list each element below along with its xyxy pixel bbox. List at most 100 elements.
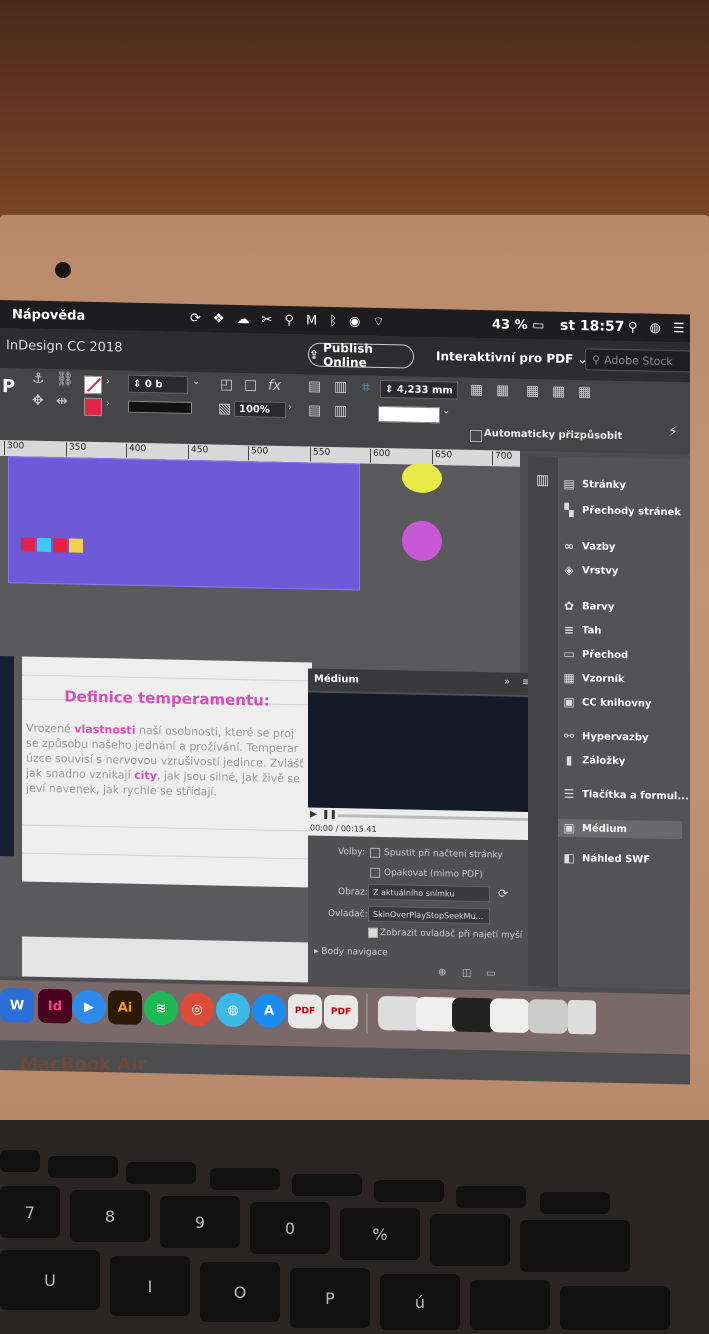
menu-help[interactable]: Nápověda: [12, 307, 85, 324]
panel-item-links[interactable]: ∞ Vazby: [562, 539, 615, 554]
fx-icon[interactable]: fx: [268, 378, 281, 394]
seek-bar[interactable]: [338, 814, 528, 822]
key[interactable]: [374, 1180, 444, 1202]
key-p[interactable]: P: [290, 1268, 370, 1328]
spotlight-icon[interactable]: ⚲: [628, 320, 638, 335]
thumbnail-icon[interactable]: [528, 999, 568, 1034]
document-heading[interactable]: Definice temperamentu:: [22, 686, 312, 710]
stroke-swatch[interactable]: [84, 397, 102, 417]
panel-item-gradient[interactable]: ▭ Přechod: [562, 647, 628, 662]
distribute-spacing-icon[interactable]: ▦: [578, 384, 591, 400]
link-icon[interactable]: ⛓: [56, 371, 74, 387]
anchor-icon[interactable]: ⚓: [32, 371, 45, 387]
panel-item-cc-libraries[interactable]: ▣ CC knihovny: [562, 695, 651, 711]
video-preview[interactable]: [308, 692, 538, 813]
document-body[interactable]: Vrozené vlastnosti naší osobnosti, které…: [26, 721, 316, 802]
key[interactable]: [292, 1174, 362, 1196]
panel-item-swf-preview[interactable]: ◧ Náhled SWF: [562, 851, 650, 867]
lightning-icon[interactable]: ⚡: [668, 424, 678, 440]
trash-icon[interactable]: [568, 999, 596, 1035]
thumbnail-icon[interactable]: [490, 998, 530, 1034]
document-page[interactable]: Definice temperamentu: Vrozené vlastnost…: [22, 656, 312, 888]
delete-icon[interactable]: ▭: [486, 968, 495, 979]
key-8[interactable]: 8: [70, 1190, 150, 1242]
fit-frame-icon[interactable]: ⌗: [362, 380, 370, 396]
panel-item-hyperlinks[interactable]: ⚯ Hypervazby: [562, 729, 649, 745]
wifi-icon[interactable]: ⌔: [372, 314, 384, 330]
paragraph-icon[interactable]: P: [2, 376, 15, 397]
creative-cloud-icon[interactable]: ◉: [349, 314, 360, 329]
distribute-icon[interactable]: ⇹: [56, 393, 68, 409]
refresh-icon[interactable]: ⟳: [498, 886, 508, 900]
yellow-circle[interactable]: [402, 462, 442, 494]
align-center-icon[interactable]: ▥: [334, 379, 347, 395]
illustrator-icon[interactable]: Ai: [108, 990, 142, 1025]
chrome-icon[interactable]: ◎: [180, 991, 214, 1027]
key-7[interactable]: 7: [0, 1186, 60, 1238]
chevron-right-icon[interactable]: ›: [106, 398, 110, 409]
key-0[interactable]: 0: [250, 1202, 330, 1254]
next-page[interactable]: [22, 936, 312, 983]
key[interactable]: [470, 1280, 550, 1330]
cloud-icon[interactable]: ☁: [237, 311, 250, 326]
pause-icon[interactable]: ❚❚: [322, 810, 337, 820]
loop-checkbox[interactable]: [370, 867, 380, 878]
key-u-acute[interactable]: ú: [380, 1274, 460, 1330]
stroke-style-dropdown[interactable]: [128, 400, 192, 415]
align-bottom-edge-icon[interactable]: ▦: [552, 384, 565, 400]
move-icon[interactable]: ✥: [32, 393, 44, 409]
zoom-icon[interactable]: ▶: [72, 989, 106, 1025]
key-enter[interactable]: [560, 1286, 670, 1330]
key-o[interactable]: O: [200, 1262, 280, 1322]
dropbox-icon[interactable]: ❖: [213, 311, 225, 326]
adobe-stock-search[interactable]: ⚲ Adobe Stock: [585, 348, 690, 373]
chevron-down-icon[interactable]: ⌄: [442, 405, 450, 416]
controller-dropdown[interactable]: SkinOverPlayStopSeekMu...: [368, 905, 490, 925]
play-icon[interactable]: ▶: [310, 809, 317, 819]
panel-item-medium[interactable]: ▣ Médium: [558, 818, 682, 840]
app-store-icon[interactable]: A: [252, 993, 286, 1028]
m-icon[interactable]: M: [306, 313, 317, 328]
show-controls-checkbox[interactable]: [368, 927, 378, 938]
key-percent[interactable]: %: [340, 1208, 420, 1260]
siri-icon[interactable]: ◍: [650, 320, 661, 335]
align-hcenter-icon[interactable]: ▦: [526, 383, 539, 399]
key-9[interactable]: 9: [160, 1196, 240, 1248]
clock[interactable]: st 18:57: [560, 318, 624, 335]
chevron-right-icon[interactable]: ›: [288, 402, 292, 413]
poster-dropdown[interactable]: Z aktuálního snímku: [368, 883, 490, 903]
search-status-icon[interactable]: ⚲: [284, 312, 294, 327]
chevron-down-icon[interactable]: ⌄: [192, 376, 200, 387]
frame-icon[interactable]: ◰: [220, 377, 233, 393]
key[interactable]: [210, 1168, 280, 1190]
outlook-icon[interactable]: ◍: [216, 992, 250, 1028]
align-bottom-icon[interactable]: ▤: [308, 402, 321, 418]
add-icon[interactable]: ⊕: [438, 967, 446, 978]
key[interactable]: [430, 1214, 510, 1266]
battery-status[interactable]: 43 % ▭: [492, 317, 544, 333]
align-left-icon[interactable]: ▤: [308, 378, 321, 394]
key[interactable]: [540, 1192, 610, 1214]
indesign-icon[interactable]: Id: [38, 988, 72, 1024]
key[interactable]: [126, 1162, 196, 1184]
autoplay-checkbox[interactable]: [370, 847, 380, 858]
libraries-icon[interactable]: ▥: [536, 472, 549, 488]
notification-center-icon[interactable]: ☰: [673, 321, 685, 336]
align-vcenter-icon[interactable]: ▦: [496, 382, 509, 398]
magenta-circle[interactable]: [402, 520, 442, 562]
sync-icon[interactable]: ⟳: [190, 310, 201, 325]
chevron-right-icon[interactable]: ›: [106, 376, 110, 387]
size-field[interactable]: ⇕ 4,233 mm: [380, 379, 458, 400]
tools-icon[interactable]: ✂: [262, 312, 273, 327]
collapse-icon[interactable]: »: [504, 677, 510, 688]
autofit-checkbox[interactable]: [470, 429, 482, 443]
preview-icon[interactable]: ◫: [462, 968, 471, 979]
align-top-icon[interactable]: ▦: [470, 382, 483, 398]
panel-item-page-transitions[interactable]: ▚ Přechody stránek: [562, 503, 681, 519]
key[interactable]: [48, 1156, 118, 1178]
scale-field[interactable]: 100%: [234, 400, 286, 418]
key-backspace[interactable]: [520, 1220, 630, 1272]
panel-item-layers[interactable]: ◈ Vrstvy: [562, 563, 618, 578]
stroke-weight-field[interactable]: ⇕ 0 b: [128, 374, 188, 394]
panel-item-swatches[interactable]: ▦ Vzorník: [562, 671, 624, 686]
